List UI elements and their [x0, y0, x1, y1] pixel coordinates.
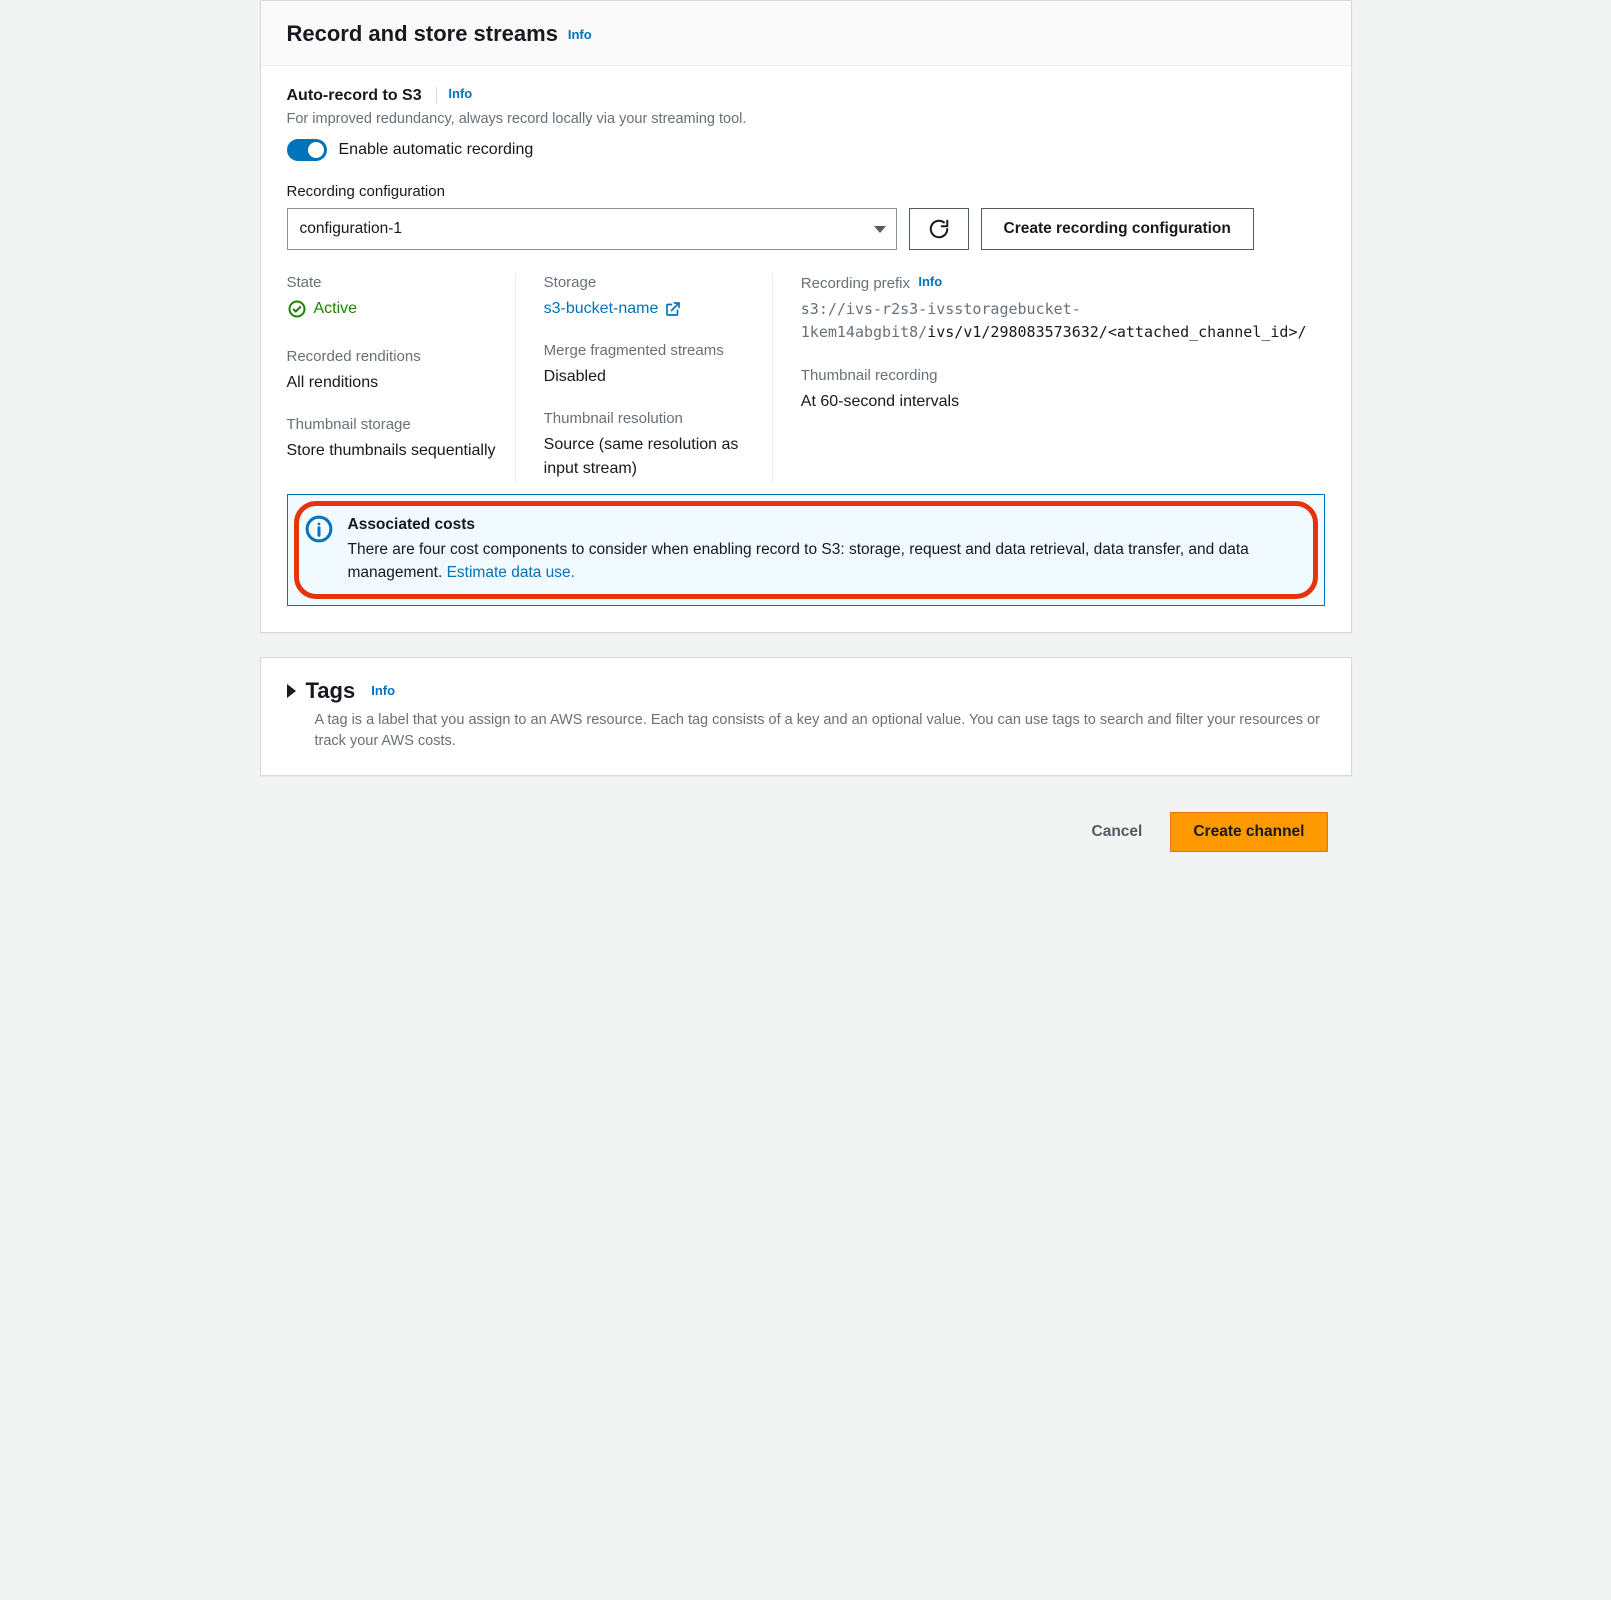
thumb-res-value: Source (same resolution as input stream)	[544, 433, 754, 479]
details-col-3: Recording prefix Info s3://ivs-r2s3-ivss…	[801, 274, 1325, 484]
storage-link[interactable]: s3-bucket-name	[544, 297, 683, 320]
prefix-info-link[interactable]: Info	[918, 274, 942, 289]
details-col-1: State Active Recorded renditions All ren…	[287, 274, 516, 484]
external-link-icon	[664, 300, 682, 318]
auto-record-info-link[interactable]: Info	[448, 86, 472, 101]
prefix-value: s3://ivs-r2s3-ivsstoragebucket-1kem14abg…	[801, 298, 1307, 345]
thumb-store-value: Store thumbnails sequentially	[287, 439, 497, 462]
auto-record-subtext: For improved redundancy, always record l…	[287, 111, 1325, 127]
recording-config-label: Recording configuration	[287, 183, 1325, 200]
create-recording-config-label: Create recording configuration	[1004, 220, 1231, 238]
thumb-res-label: Thumbnail resolution	[544, 410, 754, 427]
merge-value: Disabled	[544, 365, 754, 388]
enable-recording-toggle[interactable]	[287, 139, 327, 161]
footer-actions: Cancel Create channel	[260, 800, 1352, 866]
enable-recording-label: Enable automatic recording	[339, 141, 534, 159]
section-title: Record and store streams	[287, 21, 558, 46]
estimate-data-use-link[interactable]: Estimate data use.	[447, 564, 575, 581]
state-value: Active	[287, 297, 358, 320]
state-label: State	[287, 274, 497, 291]
info-icon	[304, 514, 334, 544]
create-channel-button[interactable]: Create channel	[1170, 812, 1327, 852]
associated-costs-infobox: Associated costs There are four cost com…	[287, 494, 1325, 606]
infobox-title: Associated costs	[348, 513, 1304, 536]
renditions-value: All renditions	[287, 371, 497, 394]
chevron-down-icon	[874, 226, 886, 233]
auto-record-section: Auto-record to S3 Info For improved redu…	[287, 86, 1325, 161]
create-recording-config-button[interactable]: Create recording configuration	[981, 208, 1254, 250]
refresh-button[interactable]	[909, 208, 969, 250]
thumb-store-label: Thumbnail storage	[287, 416, 497, 433]
cancel-button[interactable]: Cancel	[1080, 812, 1155, 852]
auto-record-title: Auto-record to S3	[287, 87, 422, 105]
details-col-2: Storage s3-bucket-name Merge fragmented …	[544, 274, 773, 484]
divider	[436, 87, 437, 103]
panel-header: Record and store streams Info	[261, 1, 1351, 66]
check-circle-icon	[287, 299, 307, 319]
tags-description: A tag is a label that you assign to an A…	[287, 710, 1325, 754]
disclosure-triangle-icon	[287, 684, 296, 698]
tags-header[interactable]: Tags Info	[287, 678, 1325, 704]
record-store-panel: Record and store streams Info Auto-recor…	[260, 0, 1352, 633]
config-details-grid: State Active Recorded renditions All ren…	[287, 274, 1325, 484]
tags-title: Tags	[306, 678, 356, 704]
prefix-label: Recording prefix Info	[801, 274, 1307, 292]
thumb-rec-label: Thumbnail recording	[801, 367, 1307, 384]
storage-label: Storage	[544, 274, 754, 291]
tags-info-link[interactable]: Info	[371, 683, 395, 698]
recording-config-selected: configuration-1	[300, 220, 403, 238]
tags-panel: Tags Info A tag is a label that you assi…	[260, 657, 1352, 777]
thumb-rec-value: At 60-second intervals	[801, 390, 1307, 413]
refresh-icon	[928, 218, 950, 240]
section-info-link[interactable]: Info	[568, 27, 592, 42]
merge-label: Merge fragmented streams	[544, 342, 754, 359]
recording-config-select[interactable]: configuration-1	[287, 208, 897, 250]
renditions-label: Recorded renditions	[287, 348, 497, 365]
